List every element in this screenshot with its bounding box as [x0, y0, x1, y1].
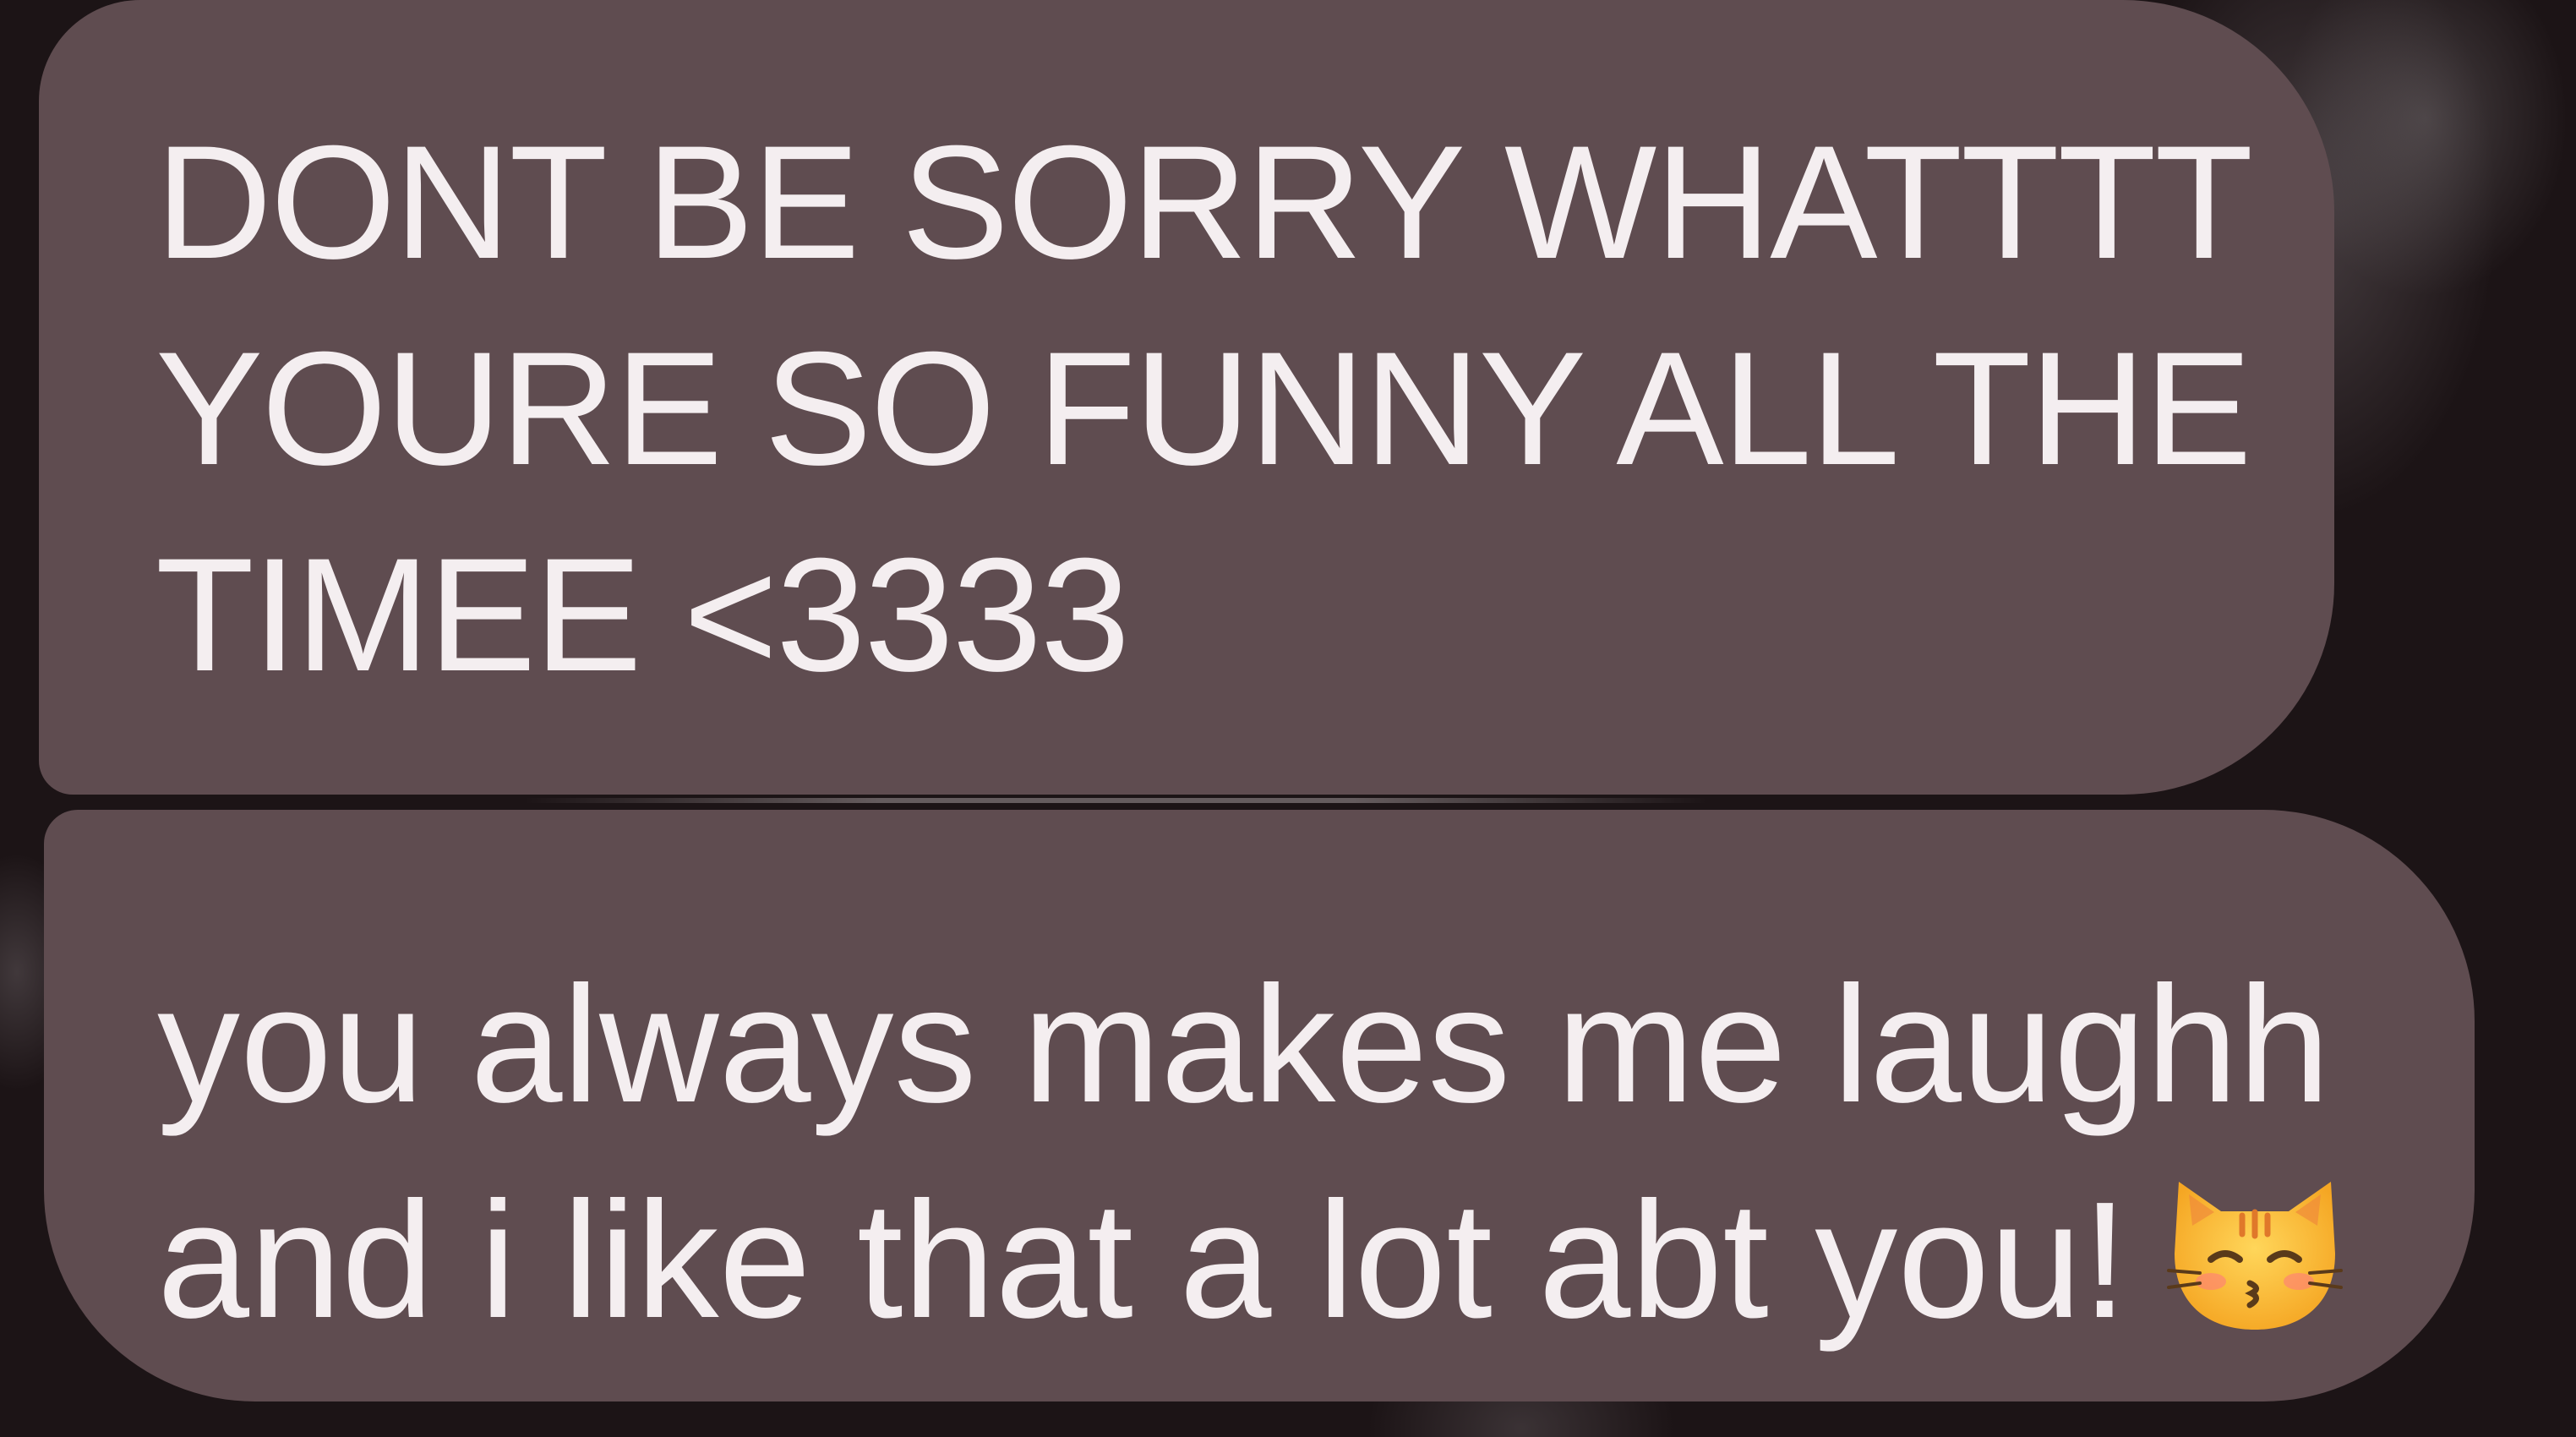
message-bubble[interactable]: DONT BE SORRY WHATTTT YOURE SO FUNNY ALL… [39, 0, 2334, 795]
message-text: DONT BE SORRY WHATTTT YOURE SO FUNNY ALL… [156, 100, 2284, 718]
kissing-cat-face-icon [2166, 1182, 2343, 1330]
chat-screen: DONT BE SORRY WHATTTT YOURE SO FUNNY ALL… [0, 0, 2576, 1437]
message-line: you always makes me laughh [157, 952, 2331, 1137]
message-text: you always makes me laughh and i like th… [157, 937, 2424, 1368]
message-line: YOURE SO FUNNY ALL THE [156, 319, 2252, 499]
message-line-with-emoji: and i like that a lot abt you! [157, 1152, 2424, 1368]
message-line: DONT BE SORRY WHATTTT [156, 112, 2253, 292]
message-line: TIMEE <3333 [156, 525, 1130, 705]
message-line: and i like that a lot abt you! [157, 1167, 2128, 1352]
bubble-divider [524, 798, 1707, 803]
message-bubble[interactable]: you always makes me laughh and i like th… [44, 810, 2475, 1401]
